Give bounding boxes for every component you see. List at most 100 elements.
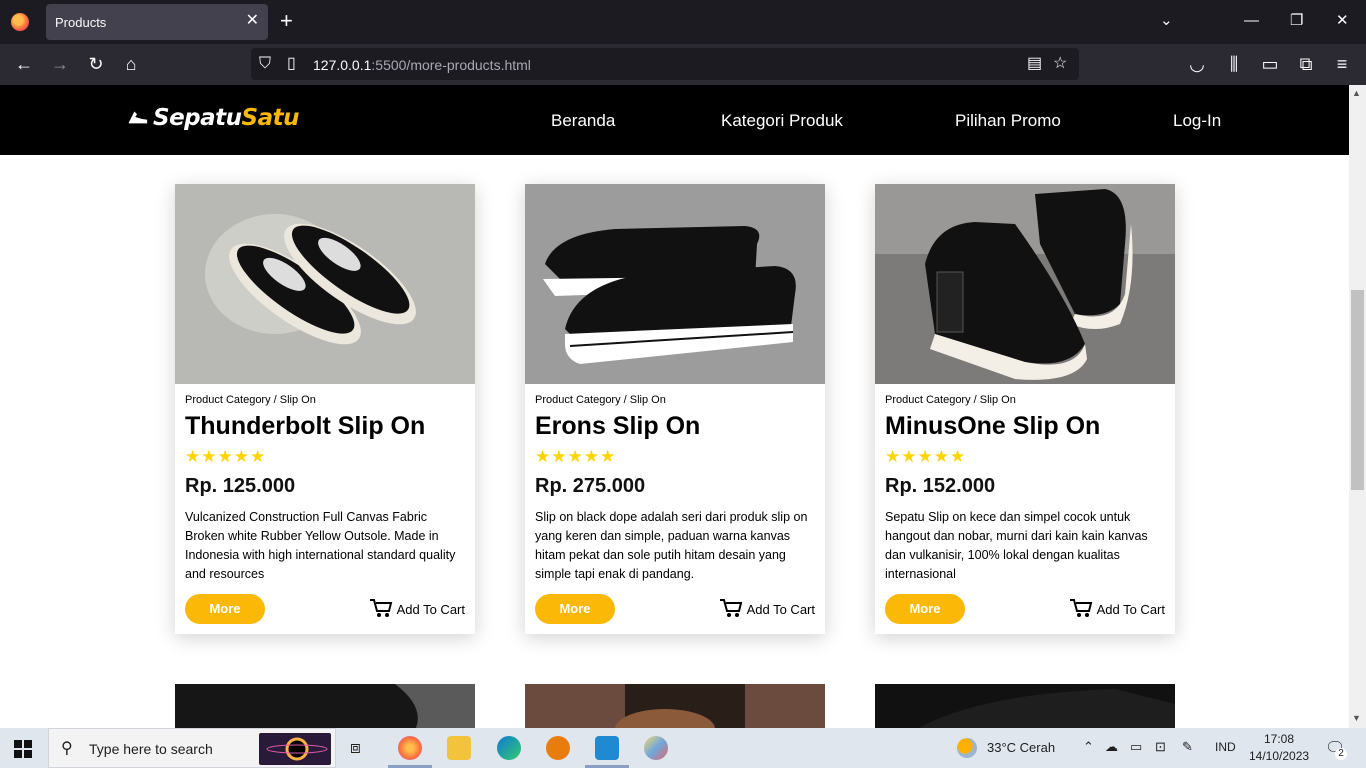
network-icon[interactable]: ☁ (1105, 739, 1118, 755)
close-tab-icon[interactable]: ✕ (246, 12, 259, 30)
weather-icon[interactable] (957, 738, 977, 758)
product-image[interactable] (525, 184, 825, 384)
minimize-icon[interactable]: — (1244, 12, 1259, 30)
add-to-cart-label: Add To Cart (396, 602, 465, 617)
url-host: 127.0.0.1 (313, 57, 372, 73)
product-image[interactable] (175, 184, 475, 384)
product-name: Thunderbolt Slip On (185, 412, 426, 440)
vscode-icon[interactable] (595, 736, 619, 760)
search-icon: ⚲ (61, 740, 73, 757)
product-description: Vulcanized Construction Full Canvas Fabr… (185, 510, 456, 581)
pocket-icon[interactable]: ◡ (1186, 54, 1208, 74)
firefox-logo-icon[interactable] (11, 13, 29, 31)
taskbar: ⚲ Type here to search ⧈ 33°C Cerah ⌃ ☁ ▭… (0, 728, 1366, 768)
add-to-cart-label: Add To Cart (746, 602, 815, 617)
nav-log-in[interactable]: Log-In (1173, 111, 1221, 131)
browser-nav-bar: ← → ↻ ⌂ ⛉ ▯ 127.0.0.1:5500/more-products… (0, 44, 1366, 85)
library-icon[interactable]: ⫼ (1223, 54, 1245, 74)
blender-icon[interactable] (546, 736, 570, 760)
breadcrumb: Product Category / Slip On (885, 394, 1016, 406)
more-button[interactable]: More (535, 594, 615, 624)
add-to-cart-button[interactable]: Add To Cart (369, 598, 465, 618)
search-highlight-icon (259, 733, 331, 765)
product-price: Rp. 125.000 (185, 475, 296, 497)
page-icon[interactable]: ▯ (287, 55, 296, 73)
logo-text: Sepatu (153, 105, 242, 131)
restore-icon[interactable]: ❐ (1290, 12, 1303, 30)
windows-start-icon[interactable] (14, 740, 32, 758)
product-card: Product Category / Slip On MinusOne Slip… (875, 184, 1175, 634)
more-button[interactable]: More (885, 594, 965, 624)
product-price: Rp. 275.000 (535, 475, 646, 497)
cart-icon (369, 599, 392, 617)
product-description: Slip on black dope adalah seri dari prod… (535, 510, 808, 581)
product-name: MinusOne Slip On (885, 412, 1101, 440)
product-card: Product Category / Slip On Erons Slip On… (525, 184, 825, 634)
taskbar-search[interactable]: ⚲ Type here to search (48, 728, 336, 768)
page-scrollbar[interactable]: ▲ ▼ (1349, 85, 1366, 728)
menu-icon[interactable]: ≡ (1331, 54, 1353, 74)
tab-title: Products (55, 15, 107, 30)
forward-icon[interactable]: → (49, 54, 71, 74)
site-logo[interactable]: SepatuSatu (127, 105, 300, 131)
browser-tab-bar: Products ✕ + ⌄ — ❐ ✕ (0, 0, 1366, 44)
language-indicator[interactable]: IND (1215, 740, 1236, 754)
breadcrumb: Product Category / Slip On (535, 394, 666, 406)
extensions-icon[interactable]: ⧉ (1295, 54, 1317, 74)
back-icon[interactable]: ← (13, 54, 35, 74)
product-card: Product Category / Slip On Thunderbolt S… (175, 184, 475, 634)
url-path: :5500/more-products.html (371, 57, 531, 73)
tray-chevron-icon[interactable]: ⌃ (1083, 739, 1094, 755)
rating-stars: ★★★★★ (185, 447, 267, 466)
add-to-cart-button[interactable]: Add To Cart (1069, 598, 1165, 618)
home-icon[interactable]: ⌂ (120, 54, 142, 74)
url-text[interactable]: 127.0.0.1:5500/more-products.html (313, 57, 531, 73)
nav-beranda[interactable]: Beranda (551, 111, 615, 131)
scroll-thumb[interactable] (1351, 290, 1364, 490)
notification-count: 2 (1335, 748, 1347, 760)
product-image[interactable] (525, 684, 825, 728)
edge-icon[interactable] (497, 736, 521, 760)
reader-view-icon[interactable]: ▤ (1027, 55, 1042, 73)
product-image[interactable] (875, 684, 1175, 728)
cart-icon (719, 599, 742, 617)
firefox-taskbar-icon[interactable] (398, 736, 422, 760)
display-icon[interactable]: ⊡ (1155, 739, 1166, 755)
add-to-cart-label: Add To Cart (1096, 602, 1165, 617)
page-viewport: SepatuSatu Beranda Kategori Produk Pilih… (0, 85, 1349, 728)
browser-tab[interactable]: Products ✕ (46, 4, 268, 40)
logo-text-accent: Satu (241, 105, 300, 131)
product-name: Erons Slip On (535, 412, 701, 440)
scroll-up-icon[interactable]: ▲ (1352, 88, 1361, 98)
cart-icon (1069, 599, 1092, 617)
clock-time[interactable]: 17:08 (1264, 732, 1294, 746)
list-tabs-icon[interactable]: ⌄ (1160, 12, 1173, 30)
bookmark-star-icon[interactable]: ☆ (1053, 55, 1067, 73)
sidebar-icon[interactable]: ▭ (1259, 54, 1281, 74)
battery-icon[interactable]: ▭ (1130, 739, 1142, 755)
scroll-down-icon[interactable]: ▼ (1352, 713, 1361, 723)
close-window-icon[interactable]: ✕ (1336, 12, 1349, 30)
product-description: Sepatu Slip on kece dan simpel cocok unt… (885, 510, 1148, 581)
reload-icon[interactable]: ↻ (85, 54, 107, 74)
url-bar[interactable]: ⛉ ▯ 127.0.0.1:5500/more-products.html ▤ … (251, 48, 1079, 80)
paint-icon[interactable] (644, 736, 668, 760)
new-tab-icon[interactable]: + (280, 9, 293, 33)
nav-kategori-produk[interactable]: Kategori Produk (721, 111, 843, 131)
task-view-icon[interactable]: ⧈ (350, 738, 361, 758)
rating-stars: ★★★★★ (535, 447, 617, 466)
product-price: Rp. 152.000 (885, 475, 996, 497)
clock-date[interactable]: 14/10/2023 (1249, 749, 1309, 763)
site-header: SepatuSatu Beranda Kategori Produk Pilih… (0, 85, 1349, 155)
nav-pilihan-promo[interactable]: Pilihan Promo (955, 111, 1061, 131)
pen-icon[interactable]: ✎ (1182, 739, 1193, 755)
file-explorer-icon[interactable] (447, 736, 471, 760)
weather-text[interactable]: 33°C Cerah (987, 740, 1055, 755)
product-image[interactable] (875, 184, 1175, 384)
product-image[interactable] (175, 684, 475, 728)
add-to-cart-button[interactable]: Add To Cart (719, 598, 815, 618)
breadcrumb: Product Category / Slip On (185, 394, 316, 406)
rating-stars: ★★★★★ (885, 447, 967, 466)
shield-icon[interactable]: ⛉ (259, 55, 271, 73)
more-button[interactable]: More (185, 594, 265, 624)
